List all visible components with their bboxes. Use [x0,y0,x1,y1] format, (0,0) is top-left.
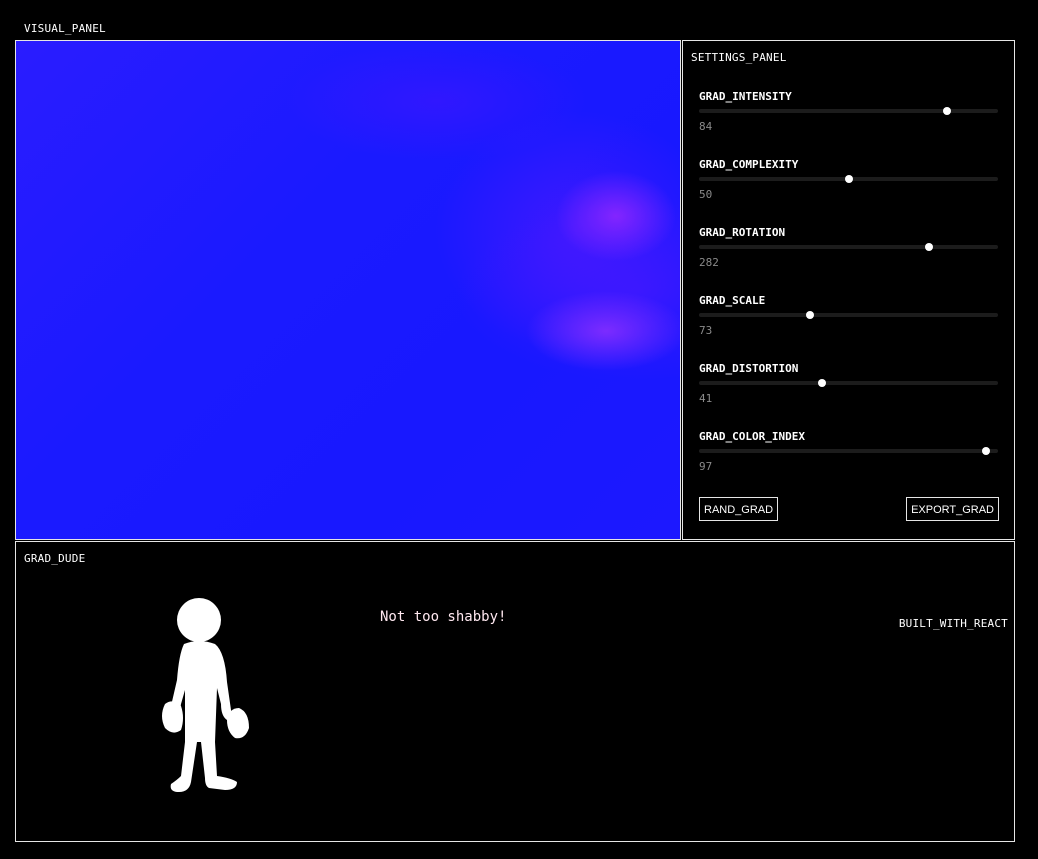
slider-grad-intensity: GRAD_INTENSITY 84 [699,90,999,133]
slider-value: 41 [699,392,713,405]
grad-dude-panel: GRAD_DUDE Not too shabby! BUILT_WITH_REA… [15,541,1015,842]
settings-panel: SETTINGS_PANEL GRAD_INTENSITY 84 GRAD_CO… [682,40,1015,540]
rand-grad-button[interactable]: RAND_GRAD [699,497,779,521]
slider-grad-rotation: GRAD_ROTATION 282 [699,226,999,269]
slider-thumb[interactable] [982,447,991,455]
slider-thumb[interactable] [844,175,853,183]
slider-track[interactable] [699,243,998,251]
slider-label: GRAD_SCALE [699,294,766,307]
slider-track[interactable] [699,175,998,183]
slider-value: 84 [699,120,713,133]
slider-thumb[interactable] [943,107,952,115]
slider-grad-scale: GRAD_SCALE 73 [699,294,999,337]
slider-thumb[interactable] [817,379,826,387]
visual-panel-label: VISUAL_PANEL [24,22,106,35]
dude-speech-text: Not too shabby! [380,609,507,625]
visual-panel [15,40,681,540]
slider-value: 282 [699,256,719,269]
slider-thumb[interactable] [925,243,934,251]
slider-thumb[interactable] [805,311,814,319]
slider-track[interactable] [699,379,998,387]
slider-label: GRAD_DISTORTION [699,362,799,375]
slider-label: GRAD_COLOR_INDEX [699,430,805,443]
export-grad-button[interactable]: EXPORT_GRAD [906,497,999,521]
slider-label: GRAD_INTENSITY [699,90,792,103]
settings-panel-title: SETTINGS_PANEL [691,51,787,64]
slider-grad-complexity: GRAD_COMPLEXITY 50 [699,158,999,201]
built-with-react-label: BUILT_WITH_REACT [898,617,1008,630]
slider-grad-color-index: GRAD_COLOR_INDEX 97 [699,430,999,473]
gradient-canvas[interactable] [16,41,680,539]
slider-label: GRAD_ROTATION [699,226,786,239]
slider-label: GRAD_COMPLEXITY [699,158,799,171]
slider-value: 73 [699,324,713,337]
slider-value: 50 [699,188,713,201]
slider-track[interactable] [699,107,998,115]
slider-value: 97 [699,460,713,473]
grad-dude-title: GRAD_DUDE [24,552,86,565]
slider-grad-distortion: GRAD_DISTORTION 41 [699,362,999,405]
slider-track[interactable] [699,447,998,455]
slider-track[interactable] [699,311,998,319]
person-silhouette-icon [162,598,249,792]
